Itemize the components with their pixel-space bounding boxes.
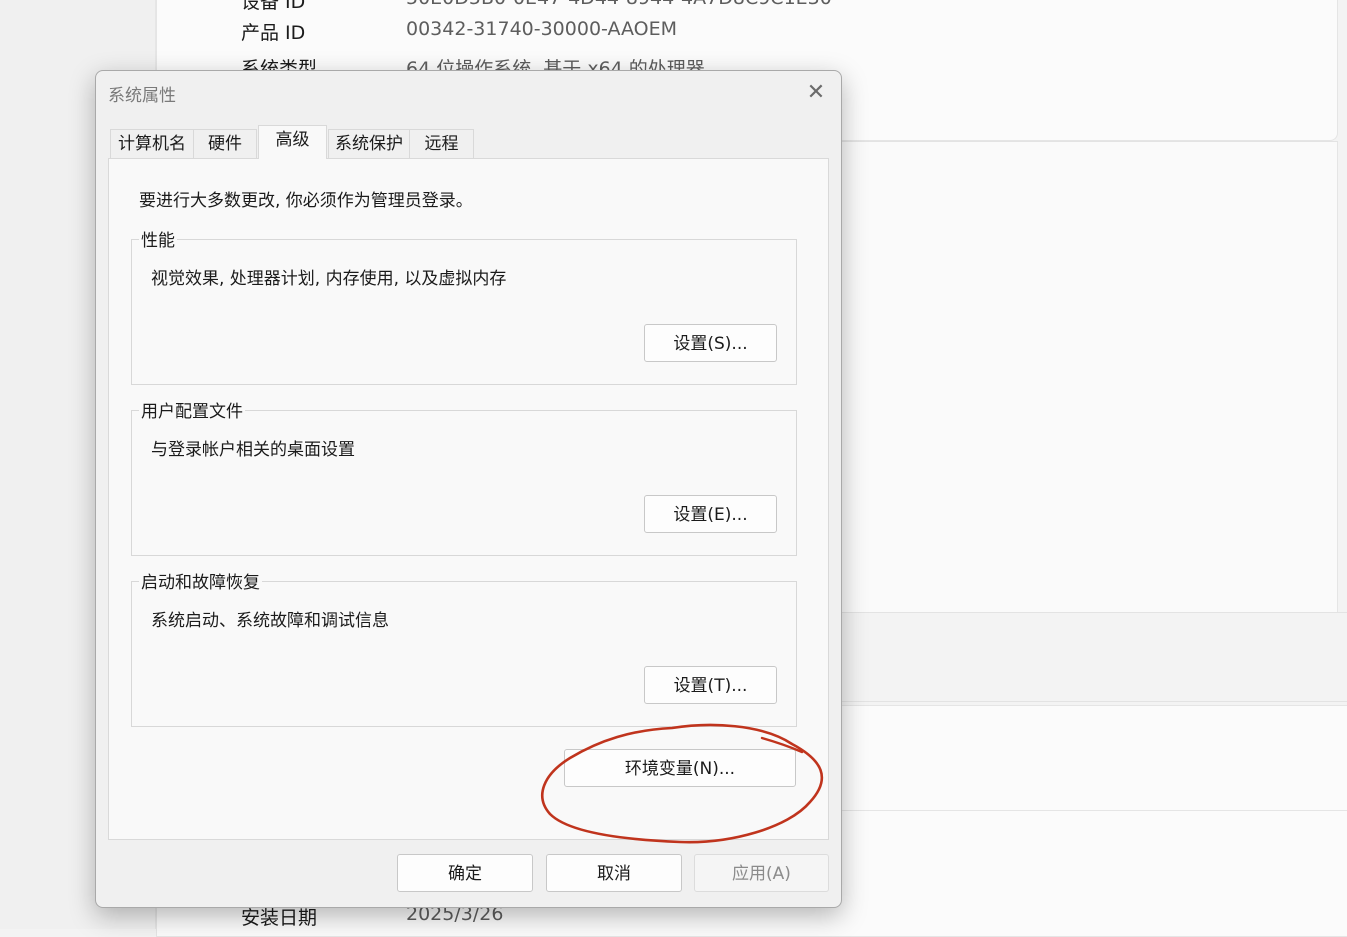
apply-button[interactable]: 应用(A): [694, 854, 829, 892]
performance-legend: 性能: [139, 226, 177, 251]
startup-recovery-group: 启动和故障恢复 系统启动、系统故障和调试信息 设置(T)...: [131, 568, 797, 727]
product-id-row: 产品 ID 00342-31740-30000-AAOEM: [241, 18, 677, 45]
startup-recovery-settings-button[interactable]: 设置(T)...: [644, 666, 777, 704]
admin-notice: 要进行大多数更改, 你必须作为管理员登录。: [139, 191, 473, 211]
close-icon[interactable]: ✕: [801, 77, 831, 107]
tab-system-protection[interactable]: 系统保护: [328, 129, 410, 158]
user-profiles-settings-button[interactable]: 设置(E)...: [644, 495, 777, 533]
environment-variables-button[interactable]: 环境变量(N)...: [564, 749, 796, 787]
product-id-value: 00342-31740-30000-AAOEM: [406, 18, 678, 40]
device-id-label: 设备 ID: [241, 0, 306, 13]
product-id-label: 产品 ID: [241, 22, 306, 44]
user-profiles-group: 用户配置文件 与登录帐户相关的桌面设置 设置(E)...: [131, 397, 797, 556]
device-id-row: 设备 ID 50E0D5B0-0E47-4D44-8944-4A7D8C9C1E…: [241, 0, 832, 14]
dialog-title: 系统属性: [108, 86, 176, 106]
performance-group: 性能 视觉效果, 处理器计划, 内存使用, 以及虚拟内存 设置(S)...: [131, 226, 797, 385]
dialog-titlebar[interactable]: 系统属性 ✕: [96, 71, 841, 113]
system-properties-dialog: 系统属性 ✕ 计算机名 硬件 高级 系统保护 远程 要进行大多数更改, 你必须作…: [95, 70, 842, 908]
performance-description: 视觉效果, 处理器计划, 内存使用, 以及虚拟内存: [151, 269, 507, 289]
user-profiles-legend: 用户配置文件: [139, 397, 245, 422]
advanced-tab-panel: 要进行大多数更改, 你必须作为管理员登录。 性能 视觉效果, 处理器计划, 内存…: [108, 158, 829, 840]
tab-computer-name[interactable]: 计算机名: [110, 129, 194, 158]
tab-advanced[interactable]: 高级: [258, 125, 327, 159]
cancel-button[interactable]: 取消: [546, 854, 682, 892]
startup-recovery-description: 系统启动、系统故障和调试信息: [151, 611, 389, 631]
install-date-label: 安装日期: [241, 907, 318, 929]
startup-recovery-legend: 启动和故障恢复: [139, 568, 262, 593]
performance-settings-button[interactable]: 设置(S)...: [644, 324, 777, 362]
tab-remote[interactable]: 远程: [409, 129, 474, 158]
device-id-value: 50E0D5B0-0E47-4D44-8944-4A7D8C9C1E30: [406, 0, 832, 9]
tab-hardware[interactable]: 硬件: [193, 129, 257, 158]
ok-button[interactable]: 确定: [397, 854, 533, 892]
user-profiles-description: 与登录帐户相关的桌面设置: [151, 440, 355, 460]
